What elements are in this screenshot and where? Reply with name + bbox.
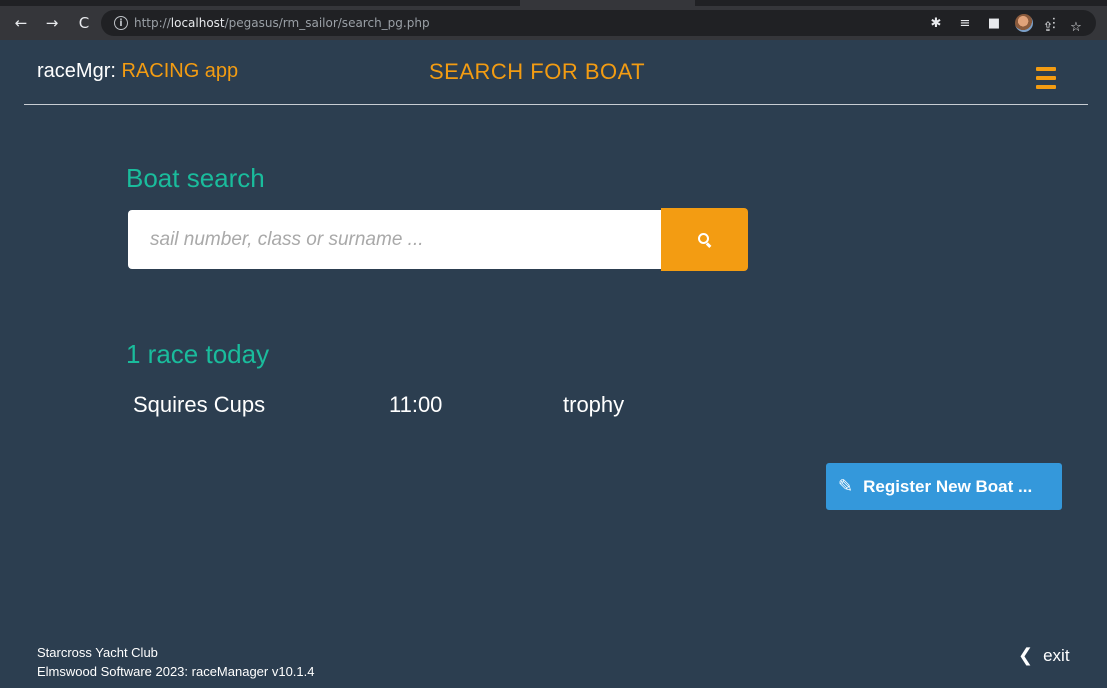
brand-prefix: raceMgr:	[37, 60, 122, 82]
race-type: trophy	[563, 392, 625, 417]
search-input[interactable]	[150, 228, 661, 251]
hamburger-icon[interactable]	[1036, 67, 1056, 89]
reading-list-icon[interactable]: ≡	[957, 16, 973, 31]
search-icon	[698, 233, 711, 246]
footer: Starcross Yacht Club Elmswood Software 2…	[37, 643, 315, 681]
race-name: Squires Cups	[133, 392, 266, 417]
pencil-icon: ✎	[838, 476, 854, 497]
register-button-label: Register New Boat ...	[863, 476, 1033, 496]
browser-menu-icon[interactable]: ⋮	[1046, 16, 1062, 31]
bookmark-star-icon[interactable]: ☆	[1068, 20, 1084, 35]
club-name: Starcross Yacht Club	[37, 645, 158, 660]
side-panel-icon[interactable]: ■	[986, 16, 1002, 31]
exit-label: exit	[1043, 645, 1070, 665]
software-version: Elmswood Software 2023: raceManager v10.…	[37, 664, 315, 679]
search-field[interactable]	[128, 210, 661, 269]
races-today-heading: 1 race today	[126, 339, 270, 369]
chevron-left-icon: ❮	[1018, 645, 1034, 666]
url-text: http://localhost/pegasus/rm_sailor/searc…	[134, 16, 430, 30]
app-header: raceMgr: RACING app SEARCH FOR BOAT	[24, 40, 1088, 105]
register-new-boat-button[interactable]: ✎ Register New Boat ...	[826, 463, 1062, 510]
site-info-icon[interactable]: i	[114, 16, 128, 30]
page-title: SEARCH FOR BOAT	[429, 59, 646, 84]
profile-avatar[interactable]	[1015, 14, 1033, 32]
browser-extension-bar: ✱ ≡ ■ ⋮	[928, 6, 1062, 40]
extensions-puzzle-icon[interactable]: ✱	[928, 16, 944, 31]
reload-icon[interactable]: C	[73, 12, 95, 34]
forward-arrow-icon[interactable]: →	[41, 12, 63, 34]
boat-search-heading: Boat search	[126, 163, 265, 193]
race-list-item: Squires Cups 11:00 trophy	[133, 392, 733, 422]
brand: raceMgr: RACING app	[37, 60, 238, 83]
back-arrow-icon[interactable]: ←	[10, 12, 32, 34]
exit-link[interactable]: ❮ exit	[1018, 645, 1070, 666]
search-button[interactable]	[661, 208, 748, 271]
brand-app-name: RACING app	[121, 60, 239, 82]
race-time: 11:00	[389, 392, 443, 417]
